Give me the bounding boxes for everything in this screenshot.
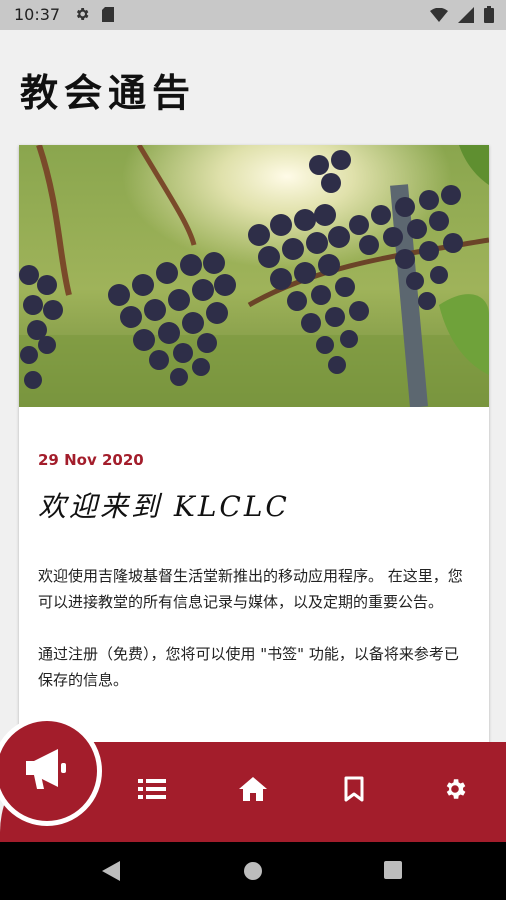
- bookmark-icon[interactable]: [337, 772, 371, 806]
- system-navigation-bar: [0, 842, 506, 900]
- announcement-card[interactable]: 29 Nov 2020 欢迎来到 KLCLC 欢迎使用吉隆坡基督生活堂新推出的移…: [19, 145, 489, 765]
- page-title: 教会通告: [20, 70, 197, 115]
- status-time: 10:37: [14, 5, 61, 24]
- post-paragraph: 欢迎使用吉隆坡基督生活堂新推出的移动应用程序。 在这里，您可以进接教堂的所有信息…: [38, 567, 463, 611]
- post-date: 29 Nov 2020: [38, 451, 144, 469]
- wifi-icon: [430, 7, 448, 26]
- home-icon[interactable]: [236, 772, 270, 806]
- recents-icon[interactable]: [384, 861, 402, 883]
- post-title: 欢迎来到 KLCLC: [38, 490, 290, 523]
- grapes-image: [19, 145, 489, 407]
- settings-status-icon: [74, 6, 90, 26]
- back-icon[interactable]: [102, 861, 120, 885]
- settings-icon[interactable]: [438, 772, 472, 806]
- post-paragraph: 通过注册（免费），您将可以使用 "书签" 功能，以备将来参考已保存的信息。: [38, 645, 459, 689]
- battery-icon: [484, 6, 494, 27]
- signal-icon: [458, 6, 474, 27]
- sd-card-icon: [102, 7, 114, 26]
- post-body: 欢迎使用吉隆坡基督生活堂新推出的移动应用程序。 在这里，您可以进接教堂的所有信息…: [38, 563, 470, 719]
- list-icon[interactable]: [135, 772, 169, 806]
- status-bar: 10:37: [0, 0, 506, 30]
- home-system-icon[interactable]: [243, 861, 263, 885]
- megaphone-icon: [22, 747, 72, 795]
